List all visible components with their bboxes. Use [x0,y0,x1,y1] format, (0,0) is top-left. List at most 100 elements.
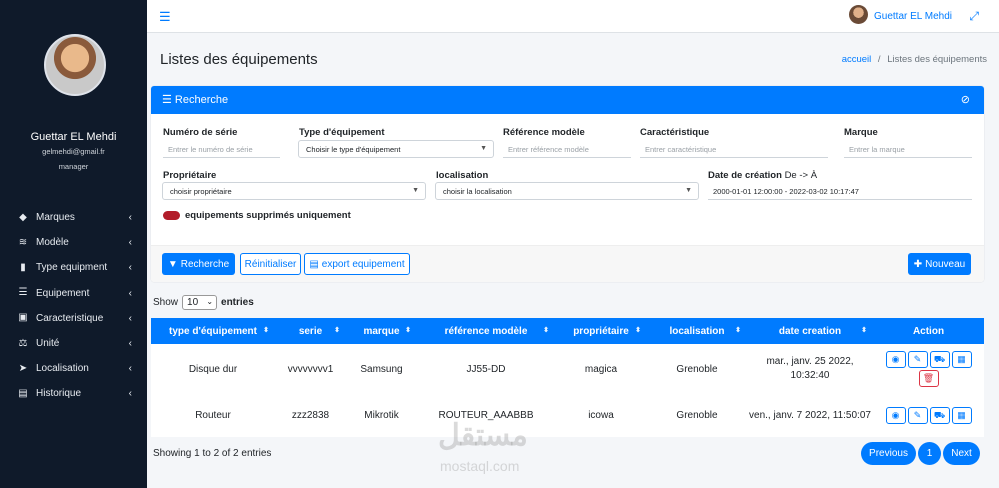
cell-serie: zzz2838 [291,410,330,421]
view-eye-icon[interactable]: ◉ [885,351,906,368]
cell-type: Disque dur [188,363,238,375]
edit-icon[interactable]: ✎ [907,407,928,424]
col-reference[interactable]: référence modèle ⬍ [417,326,555,337]
cell-date-line1: mar., janv. 25 2022, [766,356,854,367]
reset-button-label: Réinitialiser [244,258,297,270]
owner-select[interactable]: choisir propriétaire ▼ [162,182,426,200]
sidebar-item-historique[interactable]: ▤ Historique ‹ [0,381,147,406]
new-button[interactable]: ✚ Nouveau [908,253,971,275]
reset-button[interactable]: Réinitialiser [240,253,301,275]
menu-toggle-icon[interactable]: ☰ [159,9,171,25]
cell-marque: Samsung [360,363,403,375]
search-card: ☰ Recherche ⊘ Numéro de série Entrer le … [151,86,984,282]
search-card-footer: ▼ Recherche Réinitialiser ▤ export equipem… [151,245,984,282]
location-select[interactable]: choisir la localisation ▼ [435,182,699,200]
col-reference-label: référence modèle [444,325,528,337]
table-info: Showing 1 to 2 of 2 entries [153,448,272,459]
serial-input[interactable]: Entrer le numéro de série [163,141,280,158]
equipment-table: type d'équipement ⬍ serie ⬍ marque ⬍ référe… [151,318,984,437]
cell-location: Grenoble [676,410,718,421]
dolly-icon[interactable]: ▦ [951,351,972,368]
new-button-label: Nouveau [925,258,966,270]
deleted-only-label: equipements supprimés uniquement [185,210,351,221]
sidebar-item-label: Unité [36,338,60,350]
breadcrumb-separator: / [877,54,881,65]
sidebar-item-label: Type equipment [36,262,108,274]
search-button[interactable]: ▼ Recherche [162,253,235,275]
sort-icon: ⬍ [334,326,340,334]
sidebar-item-equipement[interactable]: ☰ Equipement ‹ [0,281,147,306]
sort-icon: ⬍ [405,326,411,334]
col-proprietaire[interactable]: propriétaire ⬍ [555,326,647,337]
edit-icon[interactable]: ✎ [907,351,928,368]
col-localisation[interactable]: localisation ⬍ [647,326,747,337]
filter-icon: ▼ [167,258,178,270]
date-label-suffix: De -> À [784,170,818,181]
model-ref-label: Référence modèle [503,127,585,138]
sort-icon: ⬍ [543,326,549,334]
tags-icon: ◆ [19,211,27,223]
pagination-previous[interactable]: Previous [861,442,916,465]
sidebar-item-unite[interactable]: ⚖ Unité ‹ [0,331,147,356]
date-label-text: Date de création [708,170,782,181]
model-ref-input[interactable]: Entrer référence modèle [503,141,631,158]
cart-icon[interactable]: ⛟ [929,351,950,368]
owner-label: Propriétaire [163,170,217,181]
export-button[interactable]: ▤ export equipement [304,253,410,275]
sidebar-item-marques[interactable]: ◆ Marques ‹ [0,205,147,230]
fullscreen-icon[interactable]: ⤢ [969,9,979,24]
brand-label: Marque [844,127,878,138]
view-eye-icon[interactable]: ◉ [885,407,906,424]
sidebar-item-localisation[interactable]: ➤ Localisation ‹ [0,356,147,381]
sidebar-user-name[interactable]: Guettar EL Mehdi [0,131,147,143]
user-avatar[interactable] [44,34,106,96]
top-user-name[interactable]: Guettar EL Mehdi [874,11,952,22]
eye-slash-icon[interactable]: ⊘ [961,93,970,106]
table-row: Routeur zzz2838 Mikrotik ROUTEUR_AAABBB … [151,394,984,437]
sidebar-item-label: Modèle [36,237,69,249]
caret-down-icon: ▼ [412,187,419,194]
col-serie[interactable]: serie ⬍ [275,326,346,337]
chevron-left-icon: ‹ [128,237,132,249]
breadcrumb-home-link[interactable]: accueil [842,54,872,65]
location-select-value: choisir la localisation [443,187,512,196]
cell-actions: ◉ ✎ ⛟ ▦ [873,407,984,424]
page-size-control: Show 10 ⌄ entries [153,295,254,310]
pagination-next[interactable]: Next [943,442,980,465]
sidebar-item-caracteristique[interactable]: ▣ Caracteristique ‹ [0,306,147,331]
type-label: Type d'équipement [299,127,385,138]
characteristic-input[interactable]: Entrer caractéristique [640,141,828,158]
col-serie-label: serie [298,325,323,337]
type-select[interactable]: Choisir le type d'équipement ▼ [298,140,494,158]
deleted-only-toggle[interactable] [163,211,180,220]
export-button-label: export equipement [321,258,405,270]
type-select-value: Choisir le type d'équipement [306,145,401,154]
col-date[interactable]: date creation ⬍ [747,326,873,337]
col-type[interactable]: type d'équipement ⬍ [151,326,275,337]
top-navbar: ☰ Guettar EL Mehdi ⤢ [147,0,999,33]
date-range-input[interactable]: 2000-01-01 12:00:00 - 2022-03-02 10:17:4… [708,183,972,200]
pagination-page-1[interactable]: 1 [918,442,941,465]
top-avatar[interactable] [849,5,868,24]
col-type-label: type d'équipement [169,325,257,337]
trash-icon[interactable]: 🗑 [918,370,939,387]
page-size-select[interactable]: 10 ⌄ [182,295,218,310]
caret-down-icon: ▼ [685,187,692,194]
date-label: Date de création De -> À [708,170,817,181]
cart-icon[interactable]: ⛟ [929,407,950,424]
serial-label: Numéro de série [163,127,238,138]
chevron-left-icon: ‹ [128,337,132,349]
watermark-latin: mostaql.com [440,458,520,474]
watermark-arabic: مستقل [438,419,528,452]
cell-date-line1: ven., janv. 7 2022, 11:50:07 [749,410,871,421]
page-title: Listes des équipements [160,51,318,68]
sidebar-item-modele[interactable]: ≋ Modèle ‹ [0,230,147,255]
sidebar-item-type-equipment[interactable]: ▮ Type equipment ‹ [0,255,147,280]
col-marque[interactable]: marque ⬍ [346,326,417,337]
chevron-left-icon: ‹ [128,388,132,400]
battery-icon: ▮ [20,261,26,273]
dolly-icon[interactable]: ▦ [951,407,972,424]
brand-input[interactable]: Entrer la marque [844,141,972,158]
location-arrow-icon: ➤ [18,362,28,374]
id-card-icon: ▣ [18,312,28,324]
